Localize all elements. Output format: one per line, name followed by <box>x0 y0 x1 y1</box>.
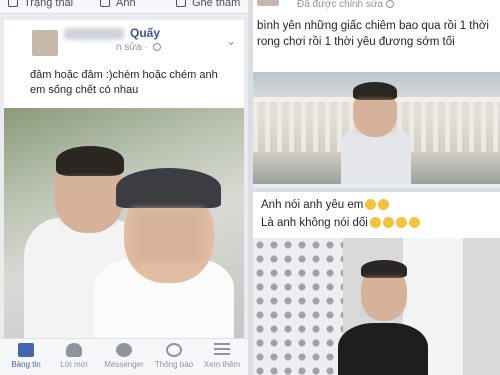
post-text: đâm hoặc đâm :)chém hoặc chém anh em sốn… <box>30 69 218 96</box>
post-meta: Đã được chỉnh sửa <box>297 0 395 10</box>
globe-icon <box>386 0 395 8</box>
post-meta-text: n sửa · <box>116 42 151 53</box>
post-text: bình yên những giấc chiêm bao qua rồi 1 … <box>257 20 489 48</box>
photo-figure <box>353 82 397 100</box>
kiss-emoji-icon <box>365 199 377 210</box>
photo-figure <box>116 168 221 208</box>
grin-emoji-icon <box>382 217 394 228</box>
globe-notifications-icon <box>166 343 182 357</box>
nav-item-news-feed[interactable]: Bảng tin <box>2 343 50 369</box>
right-bottom-screenshot: Anh nói anh yêu em Là anh không nói dối <box>253 192 500 375</box>
nav-item-messenger[interactable]: Messenger <box>100 343 148 369</box>
friend-requests-icon <box>66 343 82 357</box>
post-text-area: Anh nói anh yêu em Là anh không nói dối <box>253 192 500 238</box>
blurred-face <box>357 100 393 132</box>
post-card: Quấy n sửa · ⌄ đâm hoặc đâm :)chém hoặc … <box>4 20 244 338</box>
globe-icon <box>153 43 162 51</box>
bottom-nav: Bảng tin Lời mời Messenger Thông báo Xem… <box>0 338 248 375</box>
composer-bar: Trạng thái Ảnh Ghé thăm <box>0 0 248 14</box>
nav-item-more[interactable]: Xem thêm <box>198 343 246 369</box>
post-meta-text: Đã được chỉnh sửa <box>297 0 384 10</box>
post-meta: n sửa · <box>116 42 162 53</box>
post-text-line1: Anh nói anh yêu em <box>261 198 390 213</box>
post-options-button[interactable]: ⌄ <box>226 34 236 48</box>
blurred-face <box>132 208 204 263</box>
edit-icon <box>8 0 18 7</box>
photo-figure <box>253 238 343 375</box>
post-author[interactable]: Quấy <box>130 26 160 40</box>
post-photo[interactable] <box>253 72 500 184</box>
status-button[interactable]: Trạng thái <box>8 0 73 9</box>
photo-icon <box>100 0 110 7</box>
kiss-emoji-icon <box>378 199 390 210</box>
menu-icon <box>214 343 230 357</box>
avatar[interactable] <box>32 30 58 56</box>
post-photo[interactable] <box>253 238 500 375</box>
messenger-icon <box>116 343 132 357</box>
post-text-line2: Là anh không nói dối <box>261 216 420 231</box>
right-top-screenshot: Đã được chỉnh sửa bình yên những giấc ch… <box>253 0 500 188</box>
blurred-face <box>62 178 116 222</box>
blurred-name <box>64 28 124 40</box>
news-feed-icon <box>18 343 34 357</box>
post-photo[interactable] <box>4 108 244 338</box>
post-text-area: bình yên những giấc chiêm bao qua rồi 1 … <box>253 12 500 72</box>
photo-button[interactable]: Ảnh <box>100 0 136 9</box>
grin-emoji-icon <box>369 217 381 228</box>
checkin-icon <box>176 0 186 7</box>
avatar[interactable] <box>257 0 279 6</box>
checkin-button[interactable]: Ghé thăm <box>176 0 240 9</box>
wave-emoji-icon <box>408 217 420 228</box>
photo-figure <box>361 260 407 278</box>
ok-hand-emoji-icon <box>395 217 407 228</box>
nav-item-notifications[interactable]: Thông báo <box>150 343 198 369</box>
blurred-face <box>365 278 403 312</box>
left-screenshot: Trạng thái Ảnh Ghé thăm Quấy n sửa · ⌄ đ… <box>0 0 248 375</box>
post-header: Đã được chỉnh sửa <box>253 0 500 12</box>
photo-figure <box>56 146 124 176</box>
photo-figure <box>338 323 428 375</box>
nav-item-friend-requests[interactable]: Lời mời <box>50 343 98 369</box>
